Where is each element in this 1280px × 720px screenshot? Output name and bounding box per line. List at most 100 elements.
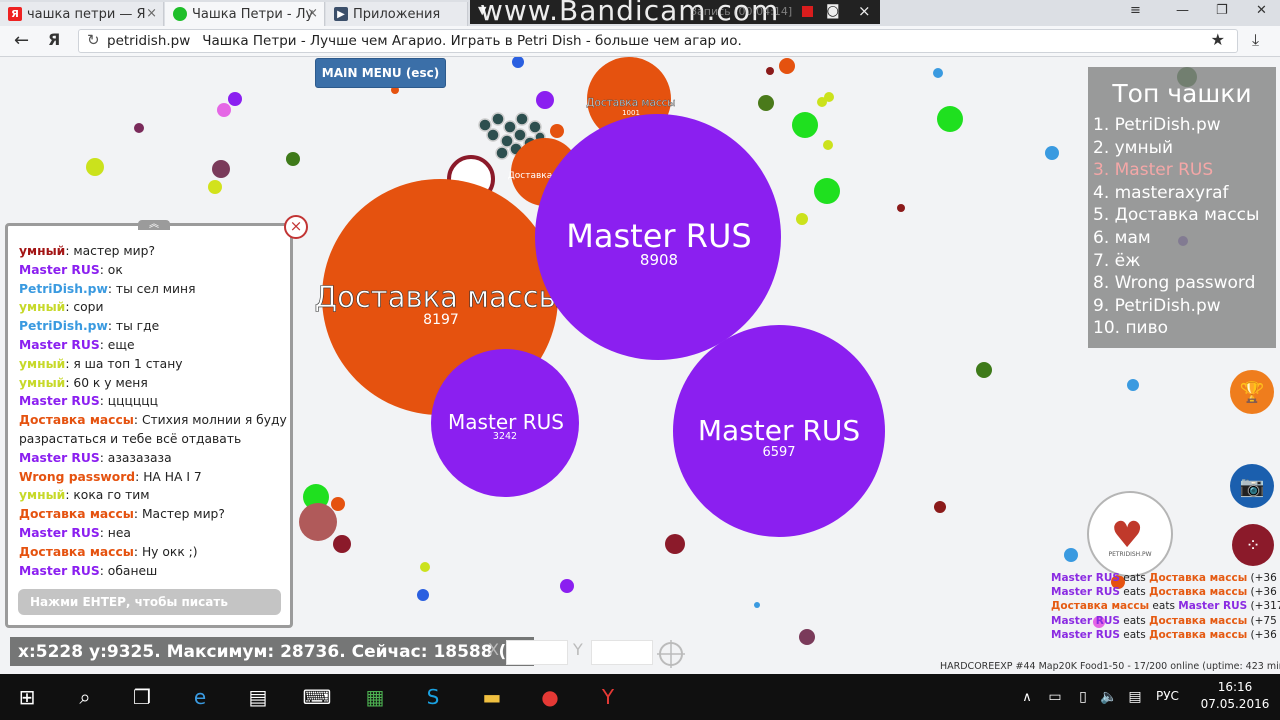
language-indicator[interactable]: РУС <box>1156 689 1179 703</box>
chat-author[interactable]: умный <box>19 376 65 390</box>
chat-author[interactable]: Master RUS <box>19 338 100 352</box>
chat-text: кока го тим <box>73 488 150 503</box>
chat-message: Доставка массы: Стихия молнии я буду раз… <box>19 411 287 449</box>
game-canvas[interactable]: Доставка массы 1001 Доставка Доставка ма… <box>0 57 1280 674</box>
chat-author[interactable]: PetriDish.pw <box>19 282 108 296</box>
leaderboard-item: 6. мам <box>1093 227 1151 248</box>
chat-panel: ︽ × умный: мастер мир? Master RUS: ок Petr… <box>5 215 308 628</box>
keyboard-app-icon[interactable]: ⌨ <box>302 682 332 712</box>
food-pellet <box>420 562 430 572</box>
task-view-icon[interactable]: ❐ <box>127 682 157 712</box>
app-icon[interactable]: ▤ <box>243 682 273 712</box>
network-icon[interactable]: ▭ <box>1040 682 1070 712</box>
chat-message: умный: я ша топ 1 стану <box>19 355 287 374</box>
feed-gain: (+75 mass) <box>1250 614 1280 627</box>
camera-icon: 📷 <box>1239 474 1265 498</box>
file-explorer-icon[interactable]: ▬ <box>477 682 507 712</box>
chat-author[interactable]: Wrong password <box>19 470 135 484</box>
chat-author[interactable]: Master RUS <box>19 451 100 465</box>
food-pellet <box>897 204 905 212</box>
record-stop-icon[interactable] <box>802 6 813 17</box>
maximize-icon[interactable]: ❐ <box>1216 3 1228 18</box>
food-pellet <box>86 158 104 176</box>
crosshair-icon[interactable] <box>657 640 685 668</box>
tab-label: Чашка Петри - Лу <box>192 6 314 22</box>
food-pellet <box>779 58 795 74</box>
chat-separator: : <box>99 262 108 277</box>
chat-author[interactable]: Master RUS <box>19 526 100 540</box>
food-pellet <box>758 95 774 111</box>
chat-message: Master RUS: цццццц <box>19 392 287 411</box>
close-tab-icon[interactable]: × <box>146 6 157 21</box>
feed-verb: eats <box>1119 586 1150 599</box>
chat-author[interactable]: PetriDish.pw <box>19 319 108 333</box>
feed-verb: eats <box>1149 600 1179 613</box>
notifications-icon[interactable]: ▤ <box>1120 682 1150 712</box>
skin-button[interactable]: ⁘ <box>1232 524 1274 566</box>
cell-name: Master RUS <box>566 217 751 255</box>
search-icon[interactable]: ⌕ <box>70 682 100 712</box>
feed-eaten: Доставка массы <box>1149 572 1248 584</box>
chat-author[interactable]: Master RUS <box>19 564 100 578</box>
food-pellet <box>934 501 946 513</box>
feed-entry: Master RUS eats Доставка массы (+36 mass… <box>1051 585 1280 599</box>
chat-collapse-icon[interactable]: ︽ <box>138 220 170 230</box>
y-coordinate-input[interactable] <box>591 640 653 665</box>
chat-close-icon[interactable]: × <box>284 215 308 239</box>
main-menu-button[interactable]: MAIN MENU (esc) <box>315 58 446 88</box>
address-bar: ← Я ↻ petridish.pw Чашка Петри - Лучше ч… <box>0 26 1280 57</box>
cell-mass: 8908 <box>640 251 678 269</box>
food-pellet <box>766 67 774 75</box>
tray-chevron-icon[interactable]: ∧ <box>1012 682 1042 712</box>
windows-start-icon[interactable]: ⊞ <box>12 682 42 712</box>
food-pellet <box>937 106 963 132</box>
chat-author[interactable]: умный <box>19 244 65 258</box>
system-clock[interactable]: 16:16 07.05.2016 <box>1200 679 1270 713</box>
feed-gain: (+36 mass) <box>1250 572 1280 584</box>
tab-yandex-search[interactable]: Я чашка петри — Я × <box>0 2 164 26</box>
screenshot-button[interactable]: 📷 <box>1230 464 1274 508</box>
chat-message: PetriDish.pw: ты сел миня <box>19 280 287 299</box>
chat-text: 60 к у меня <box>73 375 148 390</box>
chat-author[interactable]: умный <box>19 488 65 502</box>
edge-icon[interactable]: e <box>185 682 215 712</box>
chat-author[interactable]: Доставка массы <box>19 413 134 427</box>
x-label: X <box>488 640 499 659</box>
tab-petri-dish[interactable]: Чашка Петри - Лу × <box>165 2 325 26</box>
feed-eater: Master RUS <box>1051 614 1120 627</box>
download-icon[interactable]: ⤓ <box>1252 30 1259 50</box>
window-menu-icon[interactable]: ≡ <box>1130 3 1141 18</box>
reload-icon[interactable]: ↻ <box>87 31 100 49</box>
trophy-button[interactable]: 🏆 <box>1230 370 1274 414</box>
yandex-logo-icon[interactable]: Я <box>48 30 60 49</box>
chat-input[interactable]: Нажми ЕНТЕР, чтобы писать <box>18 589 281 615</box>
feed-entry: Доставка массы eats Master RUS (+3176 ma… <box>1051 599 1280 613</box>
window-close-icon[interactable]: ✕ <box>1256 3 1267 18</box>
petri-dots-icon: ⁘ <box>1245 534 1261 556</box>
recorder-close-icon[interactable]: × <box>858 2 871 20</box>
tab-label: Приложения <box>353 6 441 22</box>
food-pellet <box>550 124 564 138</box>
calculator-icon[interactable]: ▦ <box>360 682 390 712</box>
skype-icon[interactable]: S <box>418 682 448 712</box>
food-pellet <box>299 503 337 541</box>
chat-separator: : <box>99 450 108 465</box>
tab-apps[interactable]: ▶ Приложения <box>326 2 468 26</box>
chat-text: неа <box>107 525 131 540</box>
bookmark-star-icon[interactable]: ★ <box>1211 30 1225 49</box>
chat-author[interactable]: умный <box>19 300 65 314</box>
close-tab-icon[interactable]: × <box>307 6 318 21</box>
back-arrow-icon[interactable]: ← <box>14 30 29 51</box>
yandex-browser-icon[interactable]: Y <box>593 682 623 712</box>
chat-author[interactable]: Доставка массы <box>19 545 134 559</box>
chat-author[interactable]: Доставка массы <box>19 507 134 521</box>
bandicam-record-icon[interactable]: ● <box>535 682 565 712</box>
chat-author[interactable]: Master RUS <box>19 394 100 408</box>
minimize-icon[interactable]: — <box>1176 3 1189 18</box>
food-pellet <box>824 92 834 102</box>
chat-author[interactable]: Master RUS <box>19 263 100 277</box>
url-field[interactable]: ↻ petridish.pw Чашка Петри - Лучше чем А… <box>78 29 1238 53</box>
chat-author[interactable]: умный <box>19 357 65 371</box>
screenshot-camera-icon[interactable]: ◙ <box>826 3 840 19</box>
x-coordinate-input[interactable] <box>506 640 568 665</box>
